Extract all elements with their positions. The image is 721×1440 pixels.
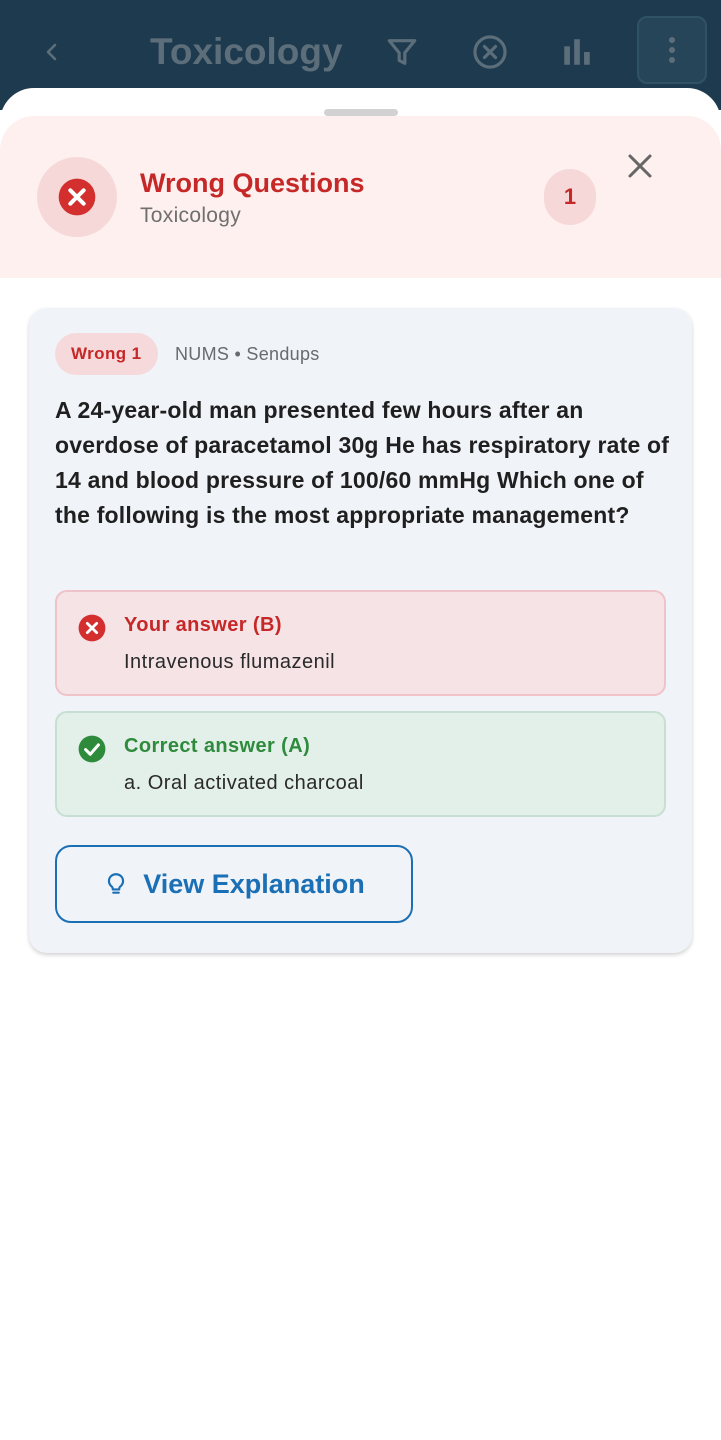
correct-answer-box: Correct answer (A) a. Oral activated cha… bbox=[55, 711, 666, 817]
your-answer-text: Intravenous flumazenil bbox=[124, 651, 336, 673]
bar-chart-icon bbox=[564, 39, 590, 65]
wrong-tag: Wrong 1 bbox=[55, 333, 158, 375]
more-vertical-icon bbox=[669, 37, 675, 63]
cancel-button[interactable] bbox=[466, 28, 514, 76]
more-options-button[interactable] bbox=[637, 16, 707, 84]
circle-x-icon bbox=[58, 178, 96, 216]
back-button[interactable] bbox=[30, 30, 74, 74]
chevron-left-icon bbox=[46, 43, 57, 61]
filter-icon bbox=[387, 39, 417, 65]
sheet-title: Wrong Questions bbox=[140, 168, 365, 198]
check-circle-icon bbox=[78, 735, 106, 763]
your-answer-box: Your answer (B) Intravenous flumazenil bbox=[55, 590, 666, 696]
correct-answer-text: a. Oral activated charcoal bbox=[124, 772, 364, 794]
circle-x-icon bbox=[78, 614, 106, 642]
question-card: Wrong 1 NUMS • Sendups A 24-year-old man… bbox=[29, 308, 692, 953]
your-answer-label: Your answer (B) bbox=[124, 614, 282, 636]
circle-x-icon bbox=[473, 35, 507, 69]
question-text: A 24-year-old man presented few hours af… bbox=[55, 397, 670, 528]
sheet-header: Wrong Questions Toxicology 1 bbox=[0, 116, 721, 278]
correct-answer-label: Correct answer (A) bbox=[124, 735, 311, 757]
close-icon bbox=[628, 154, 652, 178]
stats-button[interactable] bbox=[553, 28, 601, 76]
wrong-count-badge: 1 bbox=[544, 169, 596, 225]
view-explanation-button[interactable]: View Explanation bbox=[55, 845, 413, 923]
filter-button[interactable] bbox=[378, 28, 426, 76]
close-sheet-button[interactable] bbox=[618, 144, 662, 188]
app-bar-title: Toxicology bbox=[150, 31, 343, 72]
header-icon-badge bbox=[37, 157, 117, 237]
view-explanation-label: View Explanation bbox=[143, 868, 365, 899]
wrong-questions-sheet: Wrong Questions Toxicology 1 Wrong 1 NUM… bbox=[0, 88, 721, 1440]
lightbulb-icon bbox=[108, 873, 125, 894]
question-source: NUMS • Sendups bbox=[175, 344, 320, 364]
drag-handle[interactable] bbox=[324, 109, 398, 116]
sheet-subtitle: Toxicology bbox=[140, 204, 242, 227]
